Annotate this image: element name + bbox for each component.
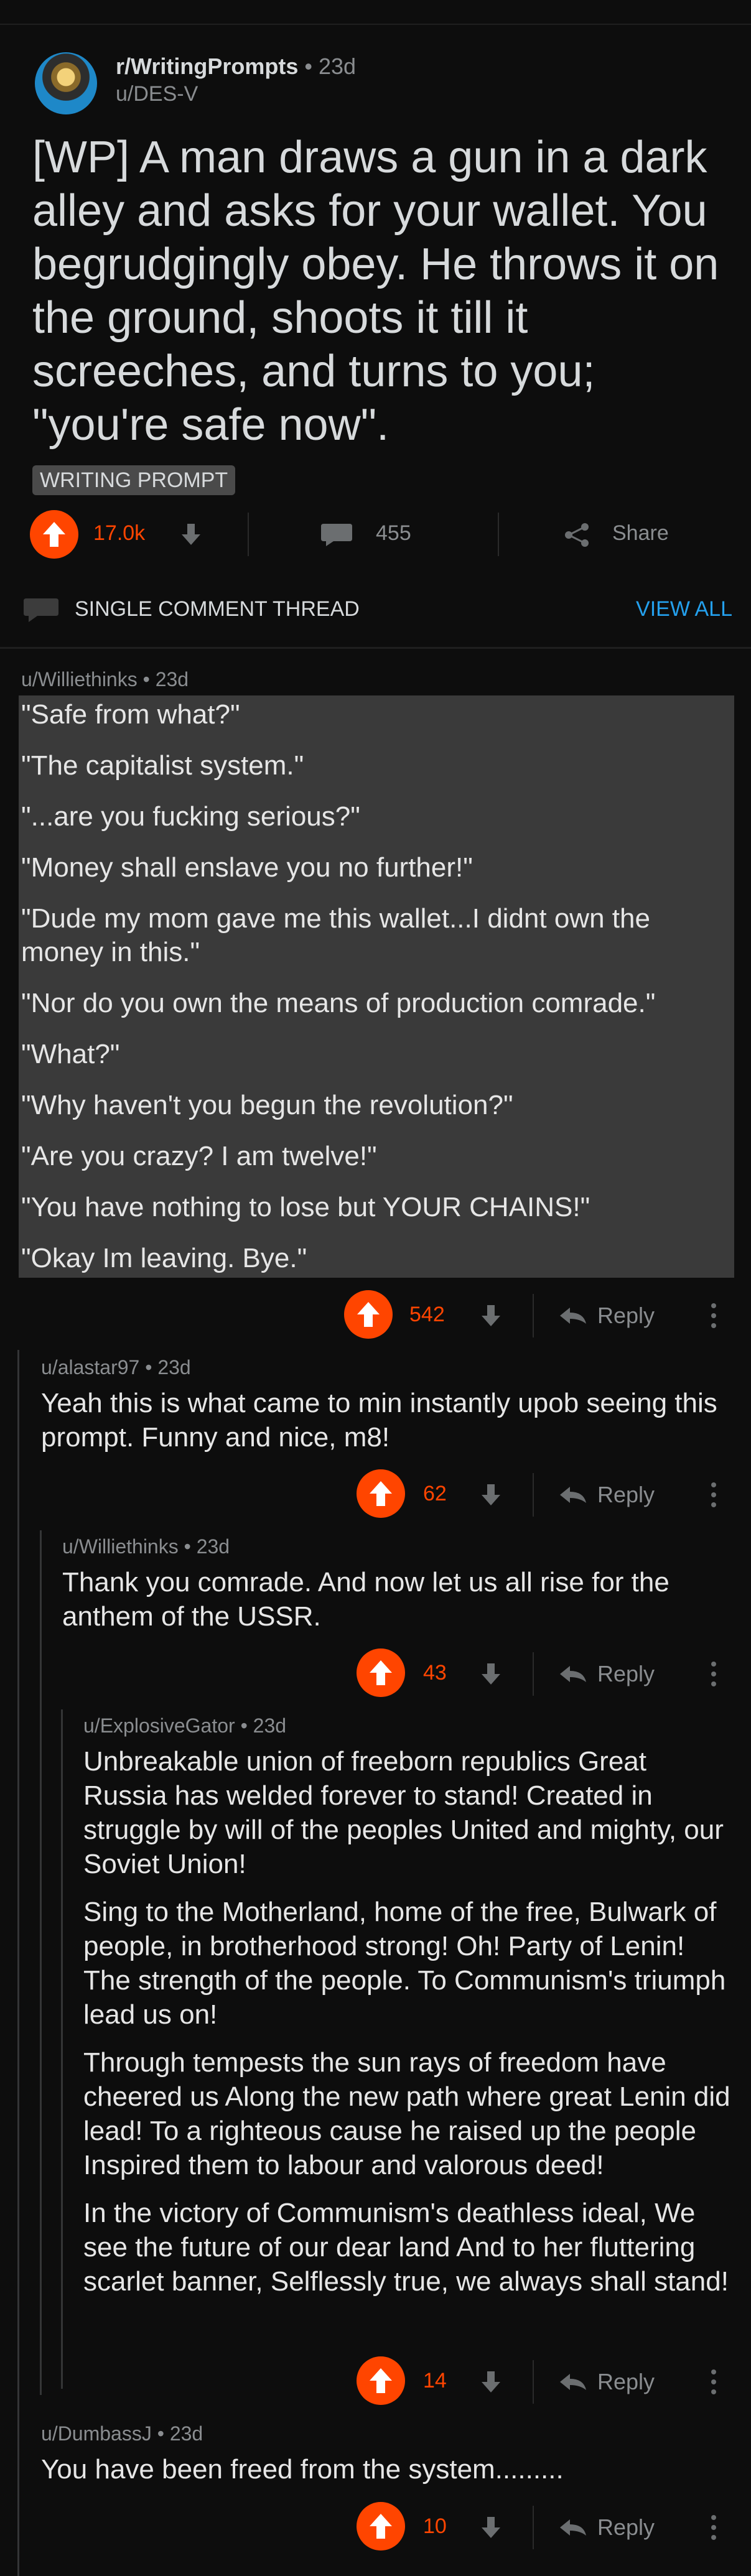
upvote-button[interactable]	[357, 1648, 405, 1697]
comment-action-bar: 14 Reply	[0, 2356, 751, 2406]
action-separator	[498, 513, 499, 556]
action-separator	[533, 2360, 534, 2404]
comment-line: "You have nothing to lose but YOUR CHAIN…	[21, 1192, 590, 1222]
reply-button[interactable]: Reply	[597, 1303, 655, 1329]
post-action-bar: 17.0k 455 Share	[0, 506, 751, 562]
more-options-icon[interactable]	[711, 1661, 717, 1687]
reply-icon[interactable]	[559, 1306, 587, 1325]
comment-action-bar: 62 Reply	[0, 1469, 751, 1519]
action-separator	[533, 2506, 534, 2549]
upvote-icon	[357, 1302, 380, 1327]
downvote-icon[interactable]	[480, 1662, 501, 1686]
reply-icon[interactable]	[559, 1665, 587, 1683]
comment-action-bar: 10 Reply	[0, 2502, 751, 2552]
top-divider	[0, 24, 751, 25]
action-separator	[533, 1652, 534, 1696]
more-options-icon[interactable]	[711, 1303, 717, 1329]
comment-body: Thank you comrade. And now let us all ri…	[62, 1567, 669, 1632]
upvote-button[interactable]	[357, 2502, 405, 2550]
thread-header: SINGLE COMMENT THREAD VIEW ALL	[0, 585, 751, 635]
comment-line: "Why haven't you begun the revolution?"	[21, 1090, 513, 1120]
comment-line: "Money shall enslave you no further!"	[21, 852, 473, 883]
upvote-icon	[43, 522, 65, 547]
comment-author-meta[interactable]: u/alastar97 • 23d	[41, 1356, 191, 1379]
upvote-button[interactable]	[357, 1469, 405, 1518]
comment-line: "...are you fucking serious?"	[21, 801, 360, 832]
comment-line: "The capitalist system."	[21, 750, 304, 781]
comment-body: You have been freed from the system.....…	[41, 2454, 564, 2485]
highlighted-comment-body: "Safe from what?" "The capitalist system…	[19, 695, 734, 1278]
comment-line: money in this."	[21, 937, 200, 967]
upvote-icon	[370, 1660, 392, 1685]
comment-body: Yeah this is what came to min instantly …	[41, 1388, 717, 1453]
comment-vote-count: 542	[409, 1303, 445, 1326]
comment-action-bar: 542 Reply	[0, 1290, 751, 1340]
upvote-button[interactable]	[344, 1290, 393, 1339]
reply-button[interactable]: Reply	[597, 2369, 655, 2395]
comment-line: "Dude my mom gave me this wallet...I did…	[21, 903, 650, 934]
action-separator	[248, 513, 249, 556]
subreddit-name[interactable]: r/WritingPrompts	[116, 53, 298, 79]
downvote-icon[interactable]	[480, 2516, 501, 2539]
more-options-icon[interactable]	[711, 2514, 717, 2541]
upvote-button[interactable]	[30, 510, 78, 559]
comment-bubble-icon	[24, 598, 58, 622]
post-flair: WRITING PROMPT	[32, 465, 236, 495]
section-divider	[0, 647, 751, 649]
share-icon[interactable]	[564, 523, 591, 547]
more-options-icon[interactable]	[711, 2369, 717, 2395]
comment-author-meta[interactable]: u/Williethinks • 23d	[21, 668, 189, 691]
comment-line: "Okay Im leaving. Bye."	[21, 1243, 307, 1273]
share-label[interactable]: Share	[612, 521, 669, 546]
comment-vote-count: 43	[423, 1661, 447, 1685]
post-title: [WP] A man draws a gun in a dark alley a…	[32, 133, 719, 450]
single-comment-thread-label: SINGLE COMMENT THREAD	[75, 597, 360, 621]
comment-paragraph: Through tempests the sun rays of freedom…	[83, 2047, 730, 2180]
comment-author-meta[interactable]: u/Williethinks • 23d	[62, 1535, 230, 1558]
upvote-icon	[370, 2514, 392, 2539]
downvote-icon[interactable]	[480, 1304, 501, 1328]
comment-paragraph: Unbreakable union of freeborn republics …	[83, 1746, 724, 1879]
more-options-icon[interactable]	[711, 1482, 717, 1508]
downvote-icon[interactable]	[180, 523, 202, 546]
comment-line: "Safe from what?"	[21, 699, 240, 730]
upvote-icon	[370, 2368, 392, 2393]
action-separator	[533, 1473, 534, 1517]
upvote-icon	[370, 1481, 392, 1506]
comment-line: "Are you crazy? I am twelve!"	[21, 1141, 377, 1171]
subreddit-line: r/WritingPrompts • 23d	[116, 53, 356, 80]
reply-icon[interactable]	[559, 2373, 587, 2391]
post-time: • 23d	[298, 53, 357, 79]
post-author[interactable]: u/DES-V	[116, 82, 198, 106]
comment-vote-count: 62	[423, 1482, 447, 1505]
comment-author-meta[interactable]: u/DumbassJ • 23d	[41, 2422, 203, 2445]
downvote-icon[interactable]	[480, 1483, 501, 1507]
comment-author-meta[interactable]: u/ExplosiveGator • 23d	[83, 1714, 286, 1737]
comment-paragraph: Sing to the Motherland, home of the free…	[83, 1897, 726, 2030]
downvote-icon[interactable]	[480, 2370, 501, 2394]
reply-button[interactable]: Reply	[597, 2514, 655, 2541]
comment-line: "What?"	[21, 1039, 120, 1069]
view-all-link[interactable]: VIEW ALL	[636, 597, 732, 621]
post-header: r/WritingPrompts • 23d u/DES-V	[35, 50, 719, 118]
post-vote-count: 17.0k	[93, 521, 146, 545]
reply-icon[interactable]	[559, 2518, 587, 2537]
comment-icon[interactable]	[320, 521, 353, 547]
comment-paragraph: In the victory of Communism's deathless …	[83, 2198, 729, 2297]
comment-count: 455	[376, 521, 411, 545]
thread-indent-line	[61, 1709, 63, 2389]
comment-line: "Nor do you own the means of production …	[21, 988, 656, 1018]
reply-icon[interactable]	[559, 1486, 587, 1504]
comment-action-bar: 43 Reply	[0, 1648, 751, 1698]
upvote-button[interactable]	[357, 2356, 405, 2405]
reply-button[interactable]: Reply	[597, 1482, 655, 1508]
reply-button[interactable]: Reply	[597, 1661, 655, 1687]
comment-vote-count: 14	[423, 2369, 447, 2392]
subreddit-avatar[interactable]	[35, 52, 97, 114]
comment-body: Unbreakable union of freeborn republics …	[83, 1744, 737, 2312]
comment-vote-count: 10	[423, 2514, 447, 2538]
action-separator	[533, 1294, 534, 1337]
